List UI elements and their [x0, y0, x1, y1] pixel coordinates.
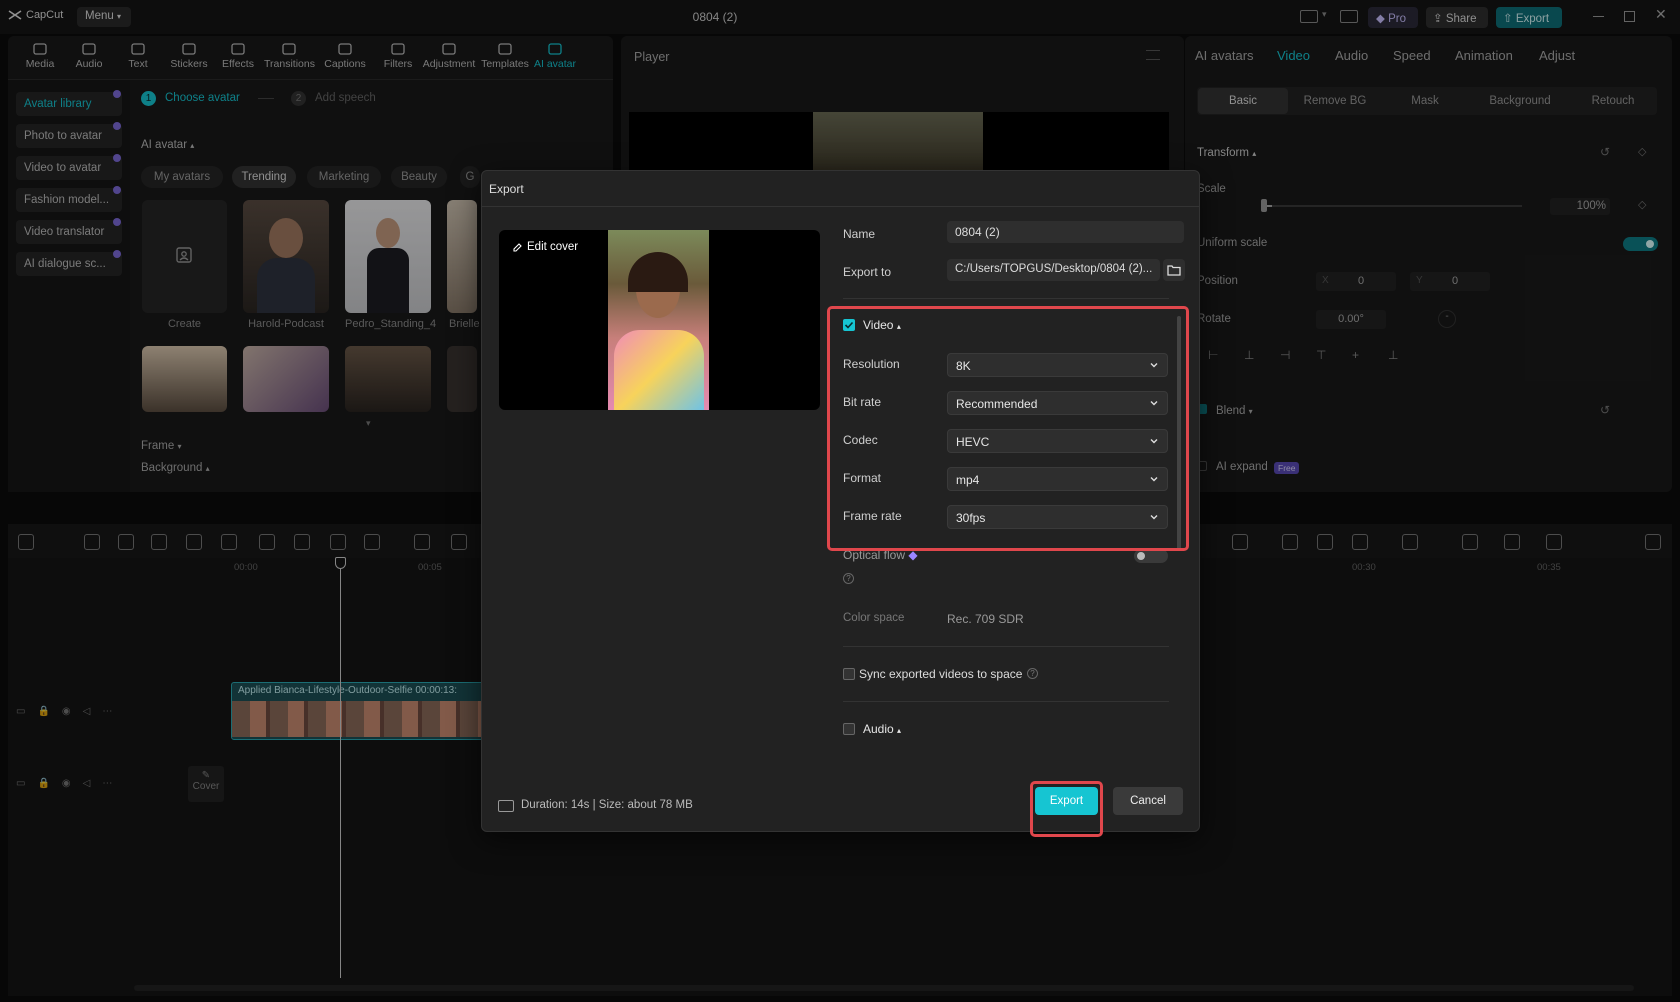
- cancel-button[interactable]: Cancel: [1113, 787, 1183, 815]
- dialog-title-divider: [482, 206, 1199, 207]
- form-divider-2: [843, 646, 1169, 647]
- pencil-icon: [512, 242, 523, 253]
- folder-icon[interactable]: [1163, 259, 1185, 281]
- export-dialog: Export Edit cover Name 0804 (2) Export t…: [481, 170, 1200, 832]
- film-icon: [498, 800, 514, 812]
- video-settings-highlight: [827, 306, 1189, 551]
- form-divider-1: [843, 298, 1169, 299]
- sync-help-icon[interactable]: ?: [1027, 668, 1038, 679]
- optical-flow-toggle[interactable]: [1134, 549, 1168, 563]
- form-divider-3: [843, 701, 1169, 702]
- cover-preview[interactable]: Edit cover: [499, 230, 820, 410]
- audio-checkbox[interactable]: [843, 723, 855, 735]
- color-space-value: Rec. 709 SDR: [947, 612, 1024, 626]
- edit-cover-button[interactable]: Edit cover: [512, 241, 578, 253]
- help-icon[interactable]: ?: [843, 573, 854, 584]
- sync-checkbox[interactable]: [843, 668, 855, 680]
- audio-section-toggle[interactable]: Audio ▴: [863, 722, 901, 736]
- export-path-input[interactable]: C:/Users/TOPGUS/Desktop/0804 (2)...: [947, 259, 1160, 281]
- name-input[interactable]: 0804 (2): [947, 221, 1184, 243]
- cover-image: [608, 230, 709, 410]
- export-button[interactable]: Export: [1035, 787, 1098, 815]
- sync-label: Sync exported videos to space: [859, 667, 1022, 681]
- export-info: Duration: 14s | Size: about 78 MB: [521, 799, 693, 811]
- export-to-label: Export to: [843, 265, 891, 279]
- name-label: Name: [843, 227, 875, 241]
- color-space-label: Color space: [843, 612, 904, 624]
- dialog-title: Export: [489, 182, 524, 196]
